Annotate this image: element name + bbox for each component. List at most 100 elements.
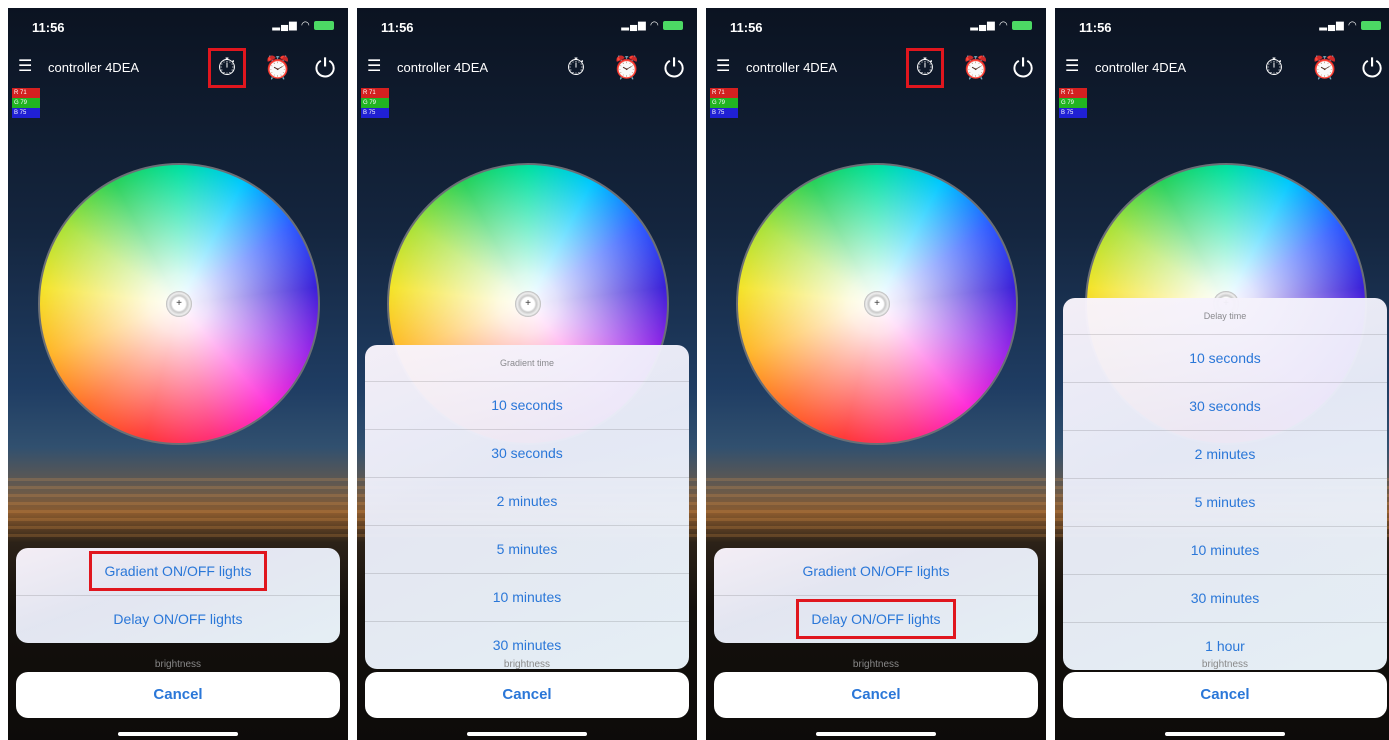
nav-bar: ☰ controller 4DEA ⏱ ⏰ ⏻ [714, 48, 1040, 88]
b-value: B 75 [361, 108, 389, 118]
status-bar: 11:56 ▂▄▆ ◠ [32, 20, 334, 38]
timer-icon[interactable]: ⏱ [1259, 52, 1289, 84]
nav-bar: ☰ controller 4DEA ⏱ ⏰ ⏻ [1063, 50, 1389, 88]
phone-screen-4: 11:56 ▂▄▆ ◠ ☰ controller 4DEA ⏱ ⏰ ⏻ R 71… [1055, 8, 1389, 740]
option-2-minutes[interactable]: 2 minutes [365, 477, 689, 525]
brightness-label: brightness [154, 659, 202, 670]
cancel-button[interactable]: Cancel [714, 672, 1038, 718]
home-indicator [118, 732, 238, 736]
rgb-readout: R 71 G 79 B 75 [1059, 88, 1087, 118]
menu-icon[interactable]: ☰ [716, 58, 734, 76]
timer-icon[interactable]: ⏱ [208, 48, 246, 88]
status-icons: ▂▄▆ ◠ [621, 20, 683, 31]
cancel-button[interactable]: Cancel [16, 672, 340, 718]
action-sheet: Gradient ON/OFF lights Delay ON/OFF ligh… [714, 548, 1038, 643]
battery-icon [314, 20, 334, 30]
gradient-option[interactable]: Gradient ON/OFF lights [16, 548, 340, 595]
option-30-minutes[interactable]: 30 minutes [1063, 574, 1387, 622]
r-value: R 71 [710, 88, 738, 98]
option-2-minutes[interactable]: 2 minutes [1063, 430, 1387, 478]
option-10-minutes[interactable]: 10 minutes [365, 573, 689, 621]
b-value: B 75 [1059, 108, 1087, 118]
alarm-icon[interactable]: ⏰ [961, 52, 991, 84]
g-value: G 79 [710, 98, 738, 108]
b-value: B 75 [12, 108, 40, 118]
picker-header: Gradient time [499, 358, 555, 368]
g-value: G 79 [12, 98, 40, 108]
brightness-label: brightness [1201, 659, 1249, 670]
home-indicator [1165, 732, 1285, 736]
status-bar: 11:56 ▂▄▆ ◠ [381, 20, 683, 38]
phone-screen-3: 11:56 ▂▄▆ ◠ ☰ controller 4DEA ⏱ ⏰ ⏻ R 71… [706, 8, 1046, 740]
option-5-minutes[interactable]: 5 minutes [365, 525, 689, 573]
phone-screen-2: 11:56 ▂▄▆ ◠ ☰ controller 4DEA ⏱ ⏰ ⏻ R 71… [357, 8, 697, 740]
battery-icon [1361, 20, 1381, 30]
delay-option-label: Delay ON/OFF lights [796, 599, 956, 639]
rgb-readout: R 71 G 79 B 75 [12, 88, 40, 118]
alarm-icon[interactable]: ⏰ [1310, 52, 1340, 84]
status-bar: 11:56 ▂▄▆ ◠ [730, 20, 1032, 38]
phone-screen-1: 11:56 ▂▄▆ ◠ ☰ controller 4DEA ⏱ ⏰ ⏻ R 71… [8, 8, 348, 740]
cancel-button[interactable]: Cancel [365, 672, 689, 718]
r-value: R 71 [12, 88, 40, 98]
option-5-minutes[interactable]: 5 minutes [1063, 478, 1387, 526]
menu-icon[interactable]: ☰ [1065, 58, 1083, 76]
status-icons: ▂▄▆ ◠ [272, 20, 334, 31]
option-30-seconds[interactable]: 30 seconds [365, 429, 689, 477]
r-value: R 71 [1059, 88, 1087, 98]
option-30-seconds[interactable]: 30 seconds [1063, 382, 1387, 430]
picker-header: Delay time [1203, 311, 1247, 321]
home-indicator [467, 732, 587, 736]
power-icon[interactable]: ⏻ [310, 52, 340, 84]
rgb-readout: R 71 G 79 B 75 [710, 88, 738, 118]
status-time: 11:56 [730, 20, 763, 35]
delay-option[interactable]: Delay ON/OFF lights [16, 595, 340, 643]
status-time: 11:56 [381, 20, 414, 35]
option-10-seconds[interactable]: 10 seconds [365, 381, 689, 429]
b-value: B 75 [710, 108, 738, 118]
status-time: 11:56 [1079, 20, 1112, 35]
option-10-seconds[interactable]: 10 seconds [1063, 334, 1387, 382]
status-icons: ▂▄▆ ◠ [1319, 20, 1381, 31]
g-value: G 79 [361, 98, 389, 108]
lake-reflection [706, 478, 1046, 538]
r-value: R 71 [361, 88, 389, 98]
color-wheel-knob[interactable]: + [166, 291, 192, 317]
color-wheel-knob[interactable]: + [864, 291, 890, 317]
power-icon[interactable]: ⏻ [659, 52, 689, 84]
timer-icon[interactable]: ⏱ [906, 48, 944, 88]
status-icons: ▂▄▆ ◠ [970, 20, 1032, 31]
brightness-label: brightness [503, 659, 551, 670]
gradient-time-picker: Gradient time 10 seconds 30 seconds 2 mi… [365, 345, 689, 669]
nav-title: controller 4DEA [746, 60, 838, 75]
gradient-option[interactable]: Gradient ON/OFF lights [714, 548, 1038, 595]
delay-option[interactable]: Delay ON/OFF lights [714, 595, 1038, 643]
option-10-minutes[interactable]: 10 minutes [1063, 526, 1387, 574]
alarm-icon[interactable]: ⏰ [612, 52, 642, 84]
home-indicator [816, 732, 936, 736]
color-wheel[interactable]: + [736, 163, 1018, 445]
action-sheet: Gradient ON/OFF lights Delay ON/OFF ligh… [16, 548, 340, 643]
nav-title: controller 4DEA [48, 60, 140, 75]
battery-icon [663, 20, 683, 30]
power-icon[interactable]: ⏻ [1357, 52, 1387, 84]
nav-title: controller 4DEA [1095, 60, 1187, 75]
status-time: 11:56 [32, 20, 65, 35]
delay-time-picker: Delay time 10 seconds 30 seconds 2 minut… [1063, 298, 1387, 670]
cancel-button[interactable]: Cancel [1063, 672, 1387, 718]
nav-bar: ☰ controller 4DEA ⏱ ⏰ ⏻ [365, 50, 691, 88]
rgb-readout: R 71 G 79 B 75 [361, 88, 389, 118]
gradient-option-label: Gradient ON/OFF lights [89, 551, 267, 591]
menu-icon[interactable]: ☰ [18, 58, 36, 76]
lake-reflection [8, 478, 348, 538]
menu-icon[interactable]: ☰ [367, 58, 385, 76]
timer-icon[interactable]: ⏱ [561, 52, 591, 84]
nav-bar: ☰ controller 4DEA ⏱ ⏰ ⏻ [16, 48, 342, 88]
power-icon[interactable]: ⏻ [1008, 52, 1038, 84]
color-wheel-knob[interactable]: + [515, 291, 541, 317]
brightness-label: brightness [852, 659, 900, 670]
color-wheel[interactable]: + [38, 163, 320, 445]
nav-title: controller 4DEA [397, 60, 489, 75]
status-bar: 11:56 ▂▄▆ ◠ [1079, 20, 1381, 38]
alarm-icon[interactable]: ⏰ [263, 52, 293, 84]
